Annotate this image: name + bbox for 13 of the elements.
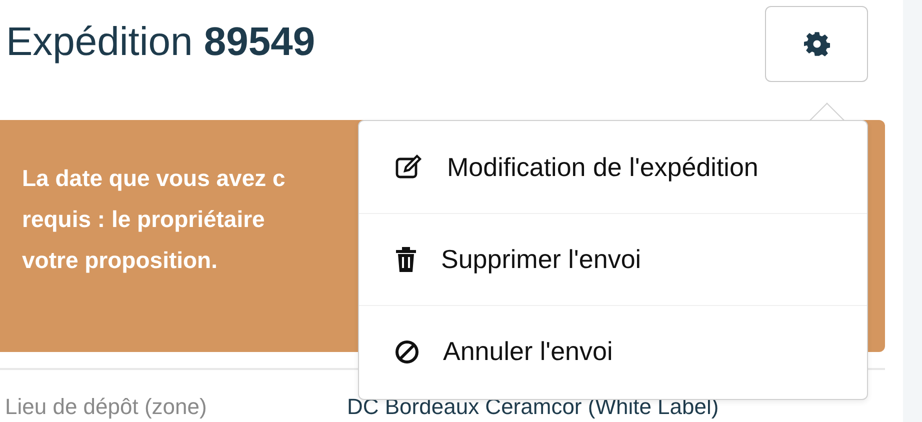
field-label: Lieu de dépôt (zone) (4, 394, 208, 420)
edit-icon (395, 154, 423, 180)
trash-icon (395, 246, 417, 272)
menu-item[interactable]: Modification de l'expédition (359, 121, 867, 213)
alert-text: votre proposition. (22, 246, 218, 275)
menu-item[interactable]: Supprimer l'envoi (359, 213, 867, 305)
menu-item[interactable]: Annuler l'envoi (359, 305, 867, 397)
ban-icon (395, 340, 419, 364)
alert-text: La date que vous avez c (22, 164, 286, 193)
settings-button[interactable] (765, 6, 868, 82)
settings-icon (804, 31, 830, 57)
alert-text: requis : le propriétaire (22, 205, 265, 234)
page-title: Expédition 89549 (6, 19, 316, 62)
